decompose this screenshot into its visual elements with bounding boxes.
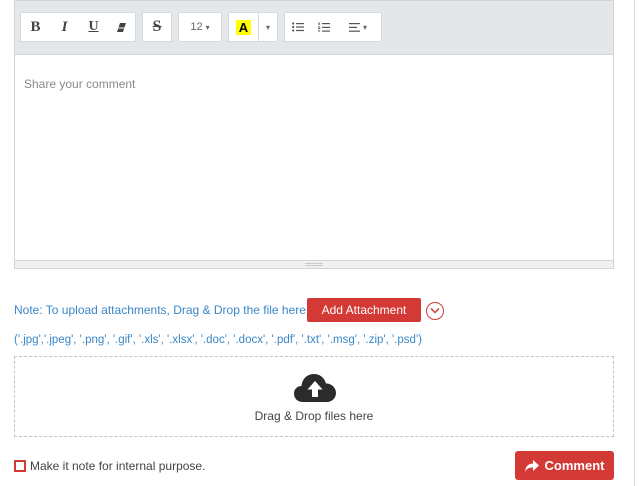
chevron-down-icon: ▾	[205, 22, 210, 32]
align-icon	[348, 22, 360, 32]
comment-button[interactable]: Comment	[515, 451, 614, 480]
chevron-down-icon: ▾	[362, 22, 367, 32]
font-size-group: 12 ▾	[178, 12, 222, 42]
font-size-dropdown[interactable]: 12 ▾	[179, 13, 221, 41]
comment-editor: B I U S 12 ▾ A ▾ ▾ Share your comment	[14, 0, 614, 269]
strikethrough-button[interactable]: S	[143, 13, 171, 41]
comment-button-label: Comment	[544, 458, 605, 473]
editor-resize-handle[interactable]	[15, 260, 613, 268]
share-arrow-icon	[524, 459, 539, 472]
strike-group: S	[142, 12, 172, 42]
attachment-note: Note: To upload attachments, Drag & Drop…	[14, 303, 306, 317]
page-right-border	[634, 0, 635, 486]
font-size-value: 12	[190, 21, 203, 33]
italic-button[interactable]: I	[50, 13, 79, 41]
add-attachment-button[interactable]: Add Attachment	[307, 298, 421, 322]
resize-grip-icon	[305, 263, 323, 266]
highlight-icon: A	[236, 19, 251, 35]
editor-toolbar: B I U S 12 ▾ A ▾ ▾	[15, 1, 613, 55]
align-dropdown[interactable]: ▾	[337, 13, 379, 41]
paragraph-group: ▾	[284, 12, 382, 42]
internal-note-checkbox[interactable]	[14, 460, 26, 472]
comment-text-area[interactable]: Share your comment	[15, 56, 613, 260]
internal-note-label: Make it note for internal purpose.	[30, 459, 206, 473]
bold-button[interactable]: B	[21, 13, 50, 41]
format-group: B I U	[20, 12, 136, 42]
comment-placeholder: Share your comment	[24, 77, 136, 91]
numbered-list-icon[interactable]	[311, 13, 337, 41]
bullet-list-icon[interactable]	[285, 13, 311, 41]
internal-note-row: Make it note for internal purpose.	[14, 459, 205, 473]
highlight-button[interactable]: A	[229, 13, 259, 41]
highlight-color-dropdown[interactable]: ▾	[259, 13, 277, 41]
highlight-group: A ▾	[228, 12, 278, 42]
chevron-down-icon: ▾	[265, 22, 270, 32]
dropzone-text: Drag & Drop files here	[254, 409, 374, 423]
underline-button[interactable]: U	[79, 13, 108, 41]
allowed-file-types: ('.jpg','.jpeg', '.png', '.gif', '.xls',…	[14, 334, 422, 346]
file-dropzone[interactable]: Drag & Drop files here	[14, 356, 614, 437]
chevron-down-circle-icon[interactable]	[426, 302, 444, 320]
cloud-upload-icon	[294, 374, 336, 402]
eraser-icon[interactable]	[108, 13, 135, 41]
